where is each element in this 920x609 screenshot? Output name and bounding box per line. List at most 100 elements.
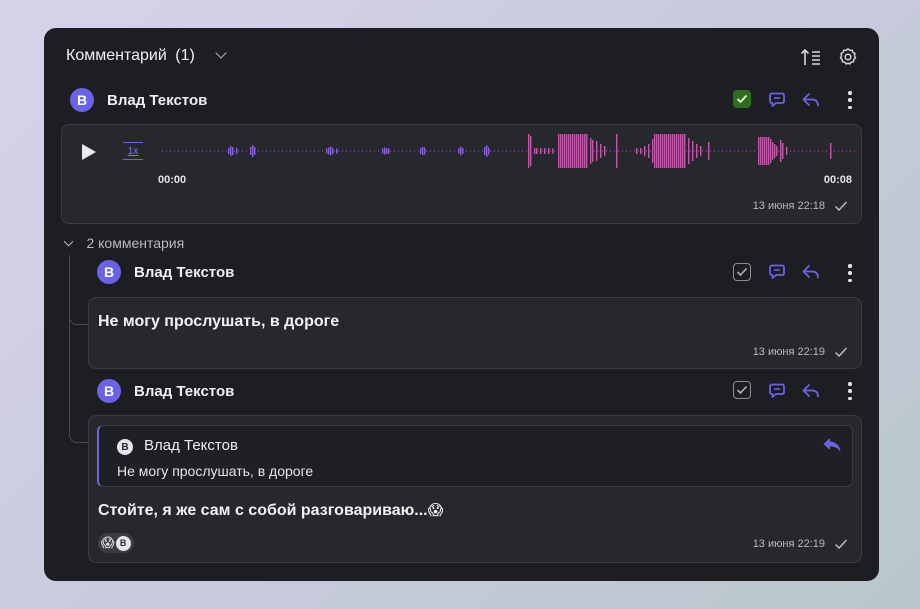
waveform-bar: [514, 150, 515, 152]
waveform-bar: [530, 136, 532, 166]
waveform-bar: [548, 148, 550, 154]
comment-author[interactable]: Влад Текстов: [134, 383, 234, 400]
waveform-bar: [426, 150, 427, 152]
waveform-bar: [358, 150, 359, 152]
avatar[interactable]: B: [70, 88, 94, 112]
more-options-icon[interactable]: [848, 382, 852, 400]
waveform-bar: [762, 137, 764, 165]
waveform-bar: [266, 150, 267, 152]
chevron-down-icon[interactable]: [215, 47, 227, 59]
waveform-bar: [778, 150, 779, 152]
waveform-bar: [722, 150, 723, 152]
comment-author[interactable]: Влад Текстов: [134, 264, 234, 281]
waveform-bar: [600, 144, 602, 158]
waveform-bar: [652, 139, 654, 163]
waveform-bar: [754, 150, 755, 152]
playback-speed-button[interactable]: 1x: [123, 142, 143, 162]
waveform-bar: [318, 150, 319, 152]
waveform-bar: [230, 146, 232, 156]
waveform-bar: [662, 134, 664, 168]
approve-checkbox[interactable]: [733, 381, 751, 399]
waveform-bar: [576, 134, 578, 168]
waveform-bar: [688, 138, 690, 164]
waveform-bar: [298, 150, 299, 152]
waveform-bar: [670, 134, 672, 168]
comment-bubble-icon[interactable]: [767, 90, 787, 110]
waveform-bar: [228, 148, 230, 154]
thread-toggle[interactable]: 2 комментария: [63, 235, 185, 253]
waveform-bar: [668, 134, 670, 168]
play-icon[interactable]: [81, 143, 97, 161]
waveform-bar: [370, 150, 371, 152]
waveform-bar: [498, 150, 499, 152]
waveform-bar: [696, 144, 698, 158]
quote-author: Влад Текстов: [144, 437, 238, 454]
waveform-bar: [538, 150, 539, 152]
approve-checkbox[interactable]: [733, 90, 751, 108]
audio-waveform[interactable]: [158, 131, 855, 171]
thread-count-label: 2 комментария: [86, 235, 185, 251]
waveform-bar: [418, 150, 419, 152]
waveform-bar: [702, 150, 703, 152]
avatar[interactable]: B: [97, 379, 121, 403]
waveform-bar: [286, 150, 287, 152]
waveform-bar: [390, 150, 391, 152]
more-options-icon[interactable]: [848, 91, 852, 109]
waveform-bar: [420, 148, 422, 154]
waveform-bar: [658, 134, 660, 168]
waveform-bar: [768, 137, 770, 165]
comment-bubble-icon[interactable]: [767, 262, 787, 282]
waveform-bar: [386, 148, 388, 154]
waveform-bar: [656, 134, 658, 168]
reply-icon[interactable]: [801, 90, 821, 110]
waveform-bar: [328, 147, 330, 155]
waveform-bar: [336, 148, 338, 154]
waveform-bar: [598, 150, 599, 152]
waveform-bar: [338, 150, 339, 152]
waveform-bar: [446, 150, 447, 152]
waveform-bar: [402, 150, 403, 152]
message-timestamp: 13 июня 22:19: [752, 346, 825, 358]
waveform-bar: [422, 147, 424, 155]
waveform-bar: [236, 148, 238, 154]
waveform-bar: [170, 150, 171, 152]
reply-icon[interactable]: [801, 381, 821, 401]
gear-icon[interactable]: [838, 47, 858, 67]
waveform-bar: [564, 134, 566, 168]
quoted-message[interactable]: B Влад Текстов Не могу прослушать, в дор…: [97, 425, 853, 487]
message-text: Стойте, я же сам с собой разговариваю...: [98, 502, 428, 519]
waveform-bar: [610, 150, 611, 152]
sort-icon[interactable]: [800, 47, 822, 67]
reply-icon[interactable]: [801, 262, 821, 282]
reaction-pill[interactable]: 😱 B: [98, 533, 134, 553]
waveform-bar: [190, 150, 191, 152]
waveform-bar: [602, 150, 603, 152]
read-check-icon: [834, 201, 848, 212]
waveform-bar: [182, 150, 183, 152]
waveform-bar: [178, 150, 179, 152]
waveform-bar: [746, 150, 747, 152]
comment-author[interactable]: Влад Текстов: [107, 92, 207, 109]
waveform-bar: [510, 150, 511, 152]
waveform-bar: [528, 134, 530, 168]
waveform-bar: [314, 150, 315, 152]
waveform-bar: [772, 142, 774, 160]
waveform-bar: [822, 150, 823, 152]
waveform-bar: [616, 134, 618, 168]
avatar[interactable]: B: [97, 260, 121, 284]
waveform-bar: [734, 150, 735, 152]
waveform-bar: [438, 150, 439, 152]
waveform-bar: [666, 134, 668, 168]
read-check-icon: [834, 539, 848, 550]
waveform-bar: [544, 148, 546, 154]
more-options-icon[interactable]: [848, 264, 852, 282]
waveform-bar: [430, 150, 431, 152]
comment-bubble-icon[interactable]: [767, 381, 787, 401]
comments-header-title[interactable]: Комментарий (1): [66, 47, 195, 65]
waveform-bar: [424, 147, 426, 155]
waveform-bar: [398, 150, 399, 152]
waveform-bar: [582, 134, 584, 168]
waveform-bar: [794, 150, 795, 152]
approve-checkbox[interactable]: [733, 263, 751, 281]
message-timestamp: 13 июня 22:18: [752, 200, 825, 212]
